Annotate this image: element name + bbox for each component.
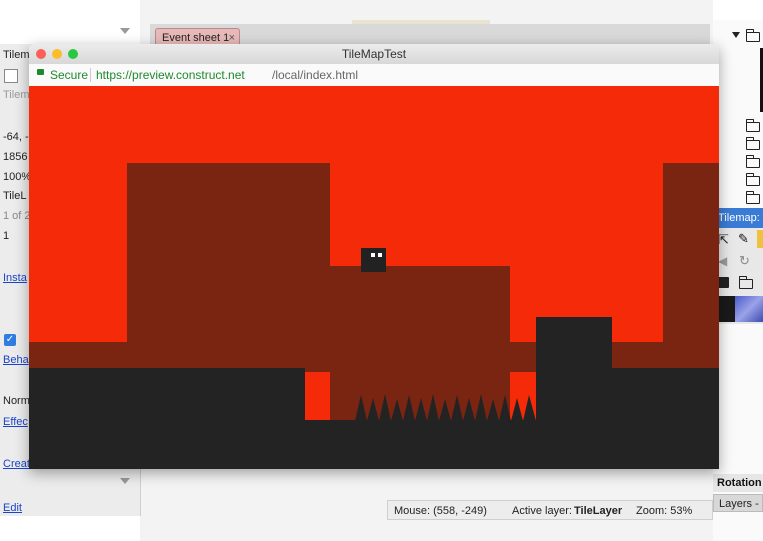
folder-icon[interactable] — [745, 173, 760, 186]
address-divider — [90, 68, 91, 82]
lock-icon — [37, 69, 44, 75]
chevron-down-icon[interactable] — [120, 478, 130, 484]
mouse-coordinates: Mouse: (558, -249) — [394, 505, 487, 517]
url-host: https://preview.construct.net — [96, 68, 245, 82]
folder-icon[interactable] — [745, 119, 760, 132]
folder-icon[interactable] — [745, 29, 760, 42]
background-strip — [352, 20, 490, 24]
tilemap-bar-title: Tilemap: T — [713, 208, 763, 228]
player-eye — [371, 253, 375, 257]
select-arrow-icon[interactable]: ⇱ — [718, 232, 729, 248]
tool-highlight[interactable] — [757, 230, 763, 248]
ground-pillar — [536, 317, 612, 420]
tile-swatch-spikes[interactable] — [735, 296, 763, 322]
wall-tall-left — [127, 163, 330, 372]
address-bar[interactable]: Secure https://preview.construct.net /lo… — [29, 64, 719, 87]
player-eye — [378, 253, 382, 257]
mirror-icon[interactable]: ◀ — [718, 254, 727, 268]
active-layer-label: Active layer: — [512, 505, 572, 517]
folder-icon[interactable] — [745, 137, 760, 150]
chevron-down-icon[interactable] — [120, 28, 130, 34]
url-path: /local/index.html — [272, 68, 359, 82]
spike-row — [355, 394, 536, 421]
status-bar: Mouse: (558, -249) Active layer: TileLay… — [387, 500, 713, 520]
save-icon[interactable] — [718, 277, 729, 288]
checkbox-icon[interactable]: ✓ — [4, 334, 16, 346]
rotate-icon[interactable]: ↻ — [739, 253, 750, 269]
tilemap-toolbar: ⇱ ✎ ◀ ↻ — [713, 228, 763, 324]
ground-pit-floor — [305, 420, 719, 469]
chevron-down-icon[interactable] — [732, 32, 740, 38]
window-title: TileMapTest — [341, 47, 407, 61]
active-layer-name: TileLayer — [574, 505, 623, 517]
folder-icon[interactable] — [745, 191, 760, 204]
window-titlebar: TileMapTest — [29, 44, 719, 64]
tab-label: Event sheet 1 — [162, 32, 230, 44]
tab-layers[interactable]: Layers - — [713, 494, 763, 512]
pencil-icon[interactable]: ✎ — [738, 231, 749, 247]
folder-icon[interactable] — [745, 155, 760, 168]
wall-tall-right — [663, 163, 719, 372]
zoom-level: Zoom: 53% — [636, 505, 693, 517]
game-canvas[interactable] — [29, 86, 719, 469]
left-footer: Edit — [0, 502, 140, 541]
player-character[interactable] — [361, 248, 386, 272]
preview-window: TileMapTest Secure https://preview.const… — [29, 44, 719, 469]
checkbox-icon[interactable] — [4, 69, 18, 83]
rotation-label: Rotation — [713, 474, 763, 492]
folder-icon[interactable] — [738, 276, 753, 289]
ground-right — [612, 368, 719, 420]
edit-link[interactable]: Edit — [0, 499, 140, 518]
ground-left — [29, 368, 305, 469]
secure-label: Secure — [50, 68, 89, 82]
